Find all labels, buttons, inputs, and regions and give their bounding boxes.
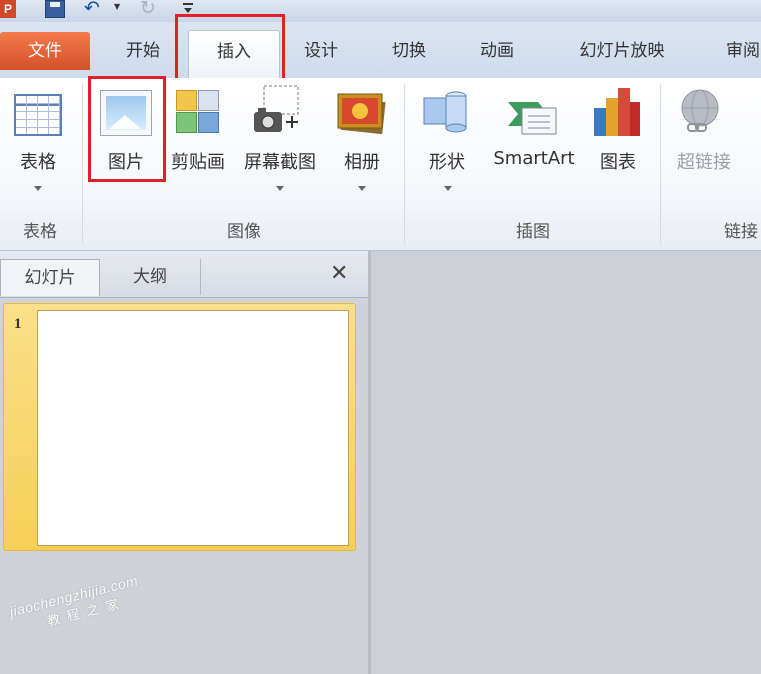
shapes-button-label: 形状 <box>429 152 465 173</box>
undo-dropdown-icon[interactable]: ▼ <box>114 2 120 11</box>
chevron-down-icon <box>34 186 42 191</box>
shapes-button[interactable]: 形状 <box>412 78 482 218</box>
chart-button[interactable]: 图表 <box>586 78 650 178</box>
album-button-label: 相册 <box>344 152 380 173</box>
album-button[interactable]: 相册 <box>330 78 394 218</box>
ribbon-tab-bar: 文件 开始 插入 设计 切换 动画 幻灯片放映 审阅 <box>0 22 761 79</box>
hyperlink-icon <box>678 86 726 138</box>
quick-access-toolbar: P ↶ ▼ ↻ <box>0 0 761 22</box>
slide-thumbnail-selected[interactable]: 1 <box>3 303 356 551</box>
close-icon[interactable]: ✕ <box>330 260 348 288</box>
table-icon <box>14 94 62 136</box>
clipart-button[interactable]: 剪贴画 <box>166 78 230 178</box>
chart-button-label: 图表 <box>600 152 636 173</box>
smartart-button-label: SmartArt <box>493 148 575 169</box>
tab-outline[interactable]: 大纲 <box>100 259 201 295</box>
chevron-down-icon <box>276 186 284 191</box>
group-label-links: 链接 <box>724 222 758 242</box>
smartart-icon <box>504 94 558 138</box>
group-label-images: 图像 <box>227 222 261 242</box>
tab-transitions[interactable]: 切换 <box>378 36 440 66</box>
slide-thumbnail[interactable] <box>37 310 349 546</box>
chart-icon <box>592 86 642 138</box>
panel-splitter[interactable] <box>368 251 371 674</box>
tab-slideshow[interactable]: 幻灯片放映 <box>562 36 682 66</box>
tab-home[interactable]: 开始 <box>112 36 174 66</box>
group-label-tables: 表格 <box>23 222 57 242</box>
screenshot-button[interactable]: 屏幕截图 <box>236 78 324 218</box>
tab-file[interactable]: 文件 <box>0 32 90 70</box>
powerpoint-logo-icon[interactable]: P <box>0 0 16 18</box>
undo-icon[interactable]: ↶ <box>84 0 100 19</box>
chevron-down-icon <box>358 186 366 191</box>
slide-number: 1 <box>14 316 22 332</box>
redo-icon[interactable]: ↻ <box>140 0 156 19</box>
screenshot-button-label: 屏幕截图 <box>244 152 316 173</box>
tab-review[interactable]: 审阅 <box>712 36 761 66</box>
hyperlink-button-label: 超链接 <box>677 152 731 173</box>
tab-design[interactable]: 设计 <box>290 36 352 66</box>
highlight-box-picture-button <box>88 76 166 182</box>
group-divider <box>82 84 83 244</box>
screenshot-icon <box>252 84 302 138</box>
clipart-icon <box>176 90 220 134</box>
tab-slides[interactable]: 幻灯片 <box>0 259 100 296</box>
group-divider <box>404 84 405 244</box>
album-icon <box>336 90 388 136</box>
highlight-box-insert-tab <box>175 14 285 88</box>
save-icon[interactable] <box>45 0 65 18</box>
panel-tab-bar: 幻灯片 大纲 ✕ <box>0 251 368 298</box>
clipart-button-label: 剪贴画 <box>171 152 225 173</box>
tab-animations[interactable]: 动画 <box>466 36 528 66</box>
chevron-down-icon <box>444 186 452 191</box>
group-divider <box>660 84 661 244</box>
group-label-illustrations: 插图 <box>516 222 550 242</box>
smartart-button[interactable]: SmartArt <box>486 78 582 178</box>
table-button[interactable]: 表格 <box>0 78 80 218</box>
table-button-label: 表格 <box>20 152 56 173</box>
hyperlink-button[interactable]: 超链接 <box>664 78 744 178</box>
shapes-icon <box>422 88 474 138</box>
